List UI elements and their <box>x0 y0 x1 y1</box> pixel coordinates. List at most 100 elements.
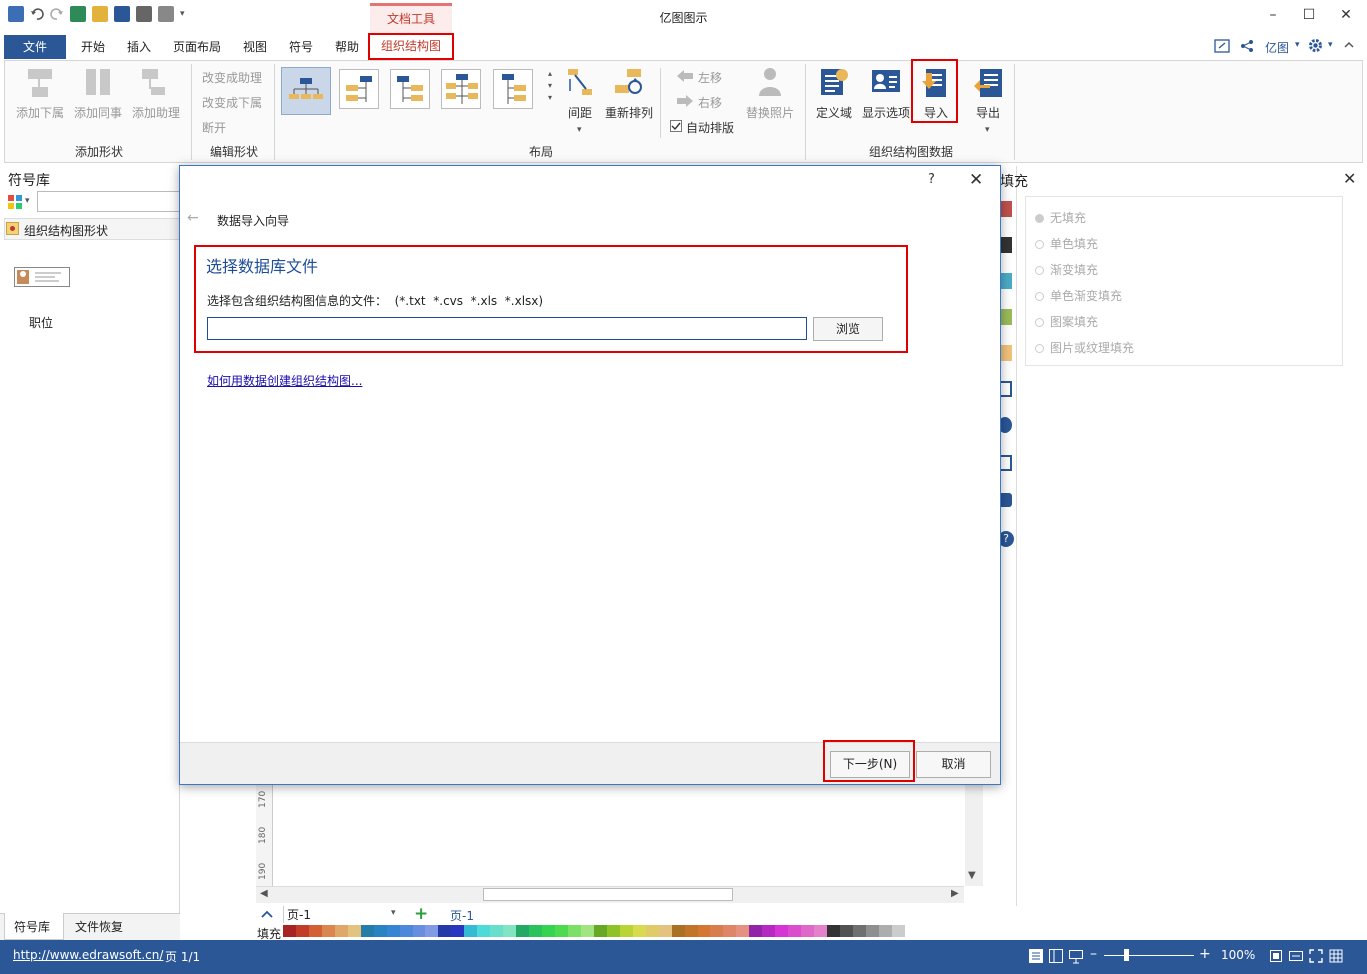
fill-option-pattern[interactable]: 图案填充 <box>1035 313 1098 330</box>
expand-pages-icon[interactable] <box>261 909 273 919</box>
add-subordinate-icon[interactable] <box>26 67 54 99</box>
zoom-slider-track[interactable] <box>1104 955 1194 956</box>
color-swatch[interactable] <box>360 925 374 937</box>
color-swatch[interactable] <box>438 925 452 937</box>
tab-home[interactable]: 开始 <box>81 35 105 59</box>
how-to-create-link[interactable]: 如何用数据创建组织结构图... <box>207 372 362 389</box>
color-swatch[interactable] <box>321 925 335 937</box>
zoom-out-button[interactable]: – <box>1090 946 1097 962</box>
display-options-icon[interactable] <box>871 67 901 97</box>
horizontal-scroll-thumb[interactable] <box>483 888 733 901</box>
display-options-button[interactable]: 显示选项 <box>862 104 910 121</box>
rearrange-button[interactable]: 重新排列 <box>605 104 653 121</box>
color-swatch[interactable] <box>580 925 594 937</box>
library-grid-icon[interactable] <box>8 195 22 209</box>
browse-button[interactable]: 浏览 <box>813 317 883 341</box>
color-swatch[interactable] <box>503 925 517 937</box>
color-swatch[interactable] <box>801 925 815 937</box>
new-file-icon[interactable] <box>70 6 86 22</box>
color-swatch[interactable] <box>762 925 776 937</box>
back-arrow-icon[interactable]: ← <box>187 210 199 226</box>
layout-style-2-button[interactable] <box>339 69 379 109</box>
layout-style-4-button[interactable] <box>441 69 481 109</box>
export-doc-icon[interactable] <box>158 6 174 22</box>
view-present-icon[interactable] <box>1068 948 1084 964</box>
color-swatch[interactable] <box>308 925 322 937</box>
add-colleague-button[interactable]: 添加同事 <box>74 104 122 121</box>
add-colleague-icon[interactable] <box>84 67 112 99</box>
fill-option-solid[interactable]: 单色填充 <box>1035 235 1098 252</box>
share-window-icon[interactable] <box>1214 39 1230 53</box>
color-swatch[interactable] <box>516 925 530 937</box>
add-page-icon[interactable]: + <box>414 904 428 924</box>
color-swatch[interactable] <box>425 925 439 937</box>
import-icon[interactable] <box>920 67 950 99</box>
color-swatch[interactable] <box>606 925 620 937</box>
maximize-button[interactable]: ☐ <box>1293 3 1325 27</box>
move-left-button[interactable]: 左移 <box>698 69 722 86</box>
color-swatch[interactable] <box>477 925 491 937</box>
fill-panel-close-button[interactable]: ✕ <box>1343 169 1356 188</box>
customize-dropdown-icon[interactable]: ▾ <box>180 9 185 19</box>
export-dropdown-icon[interactable]: ▾ <box>985 125 990 135</box>
color-swatch[interactable] <box>555 925 568 937</box>
color-swatch[interactable] <box>295 925 309 937</box>
tab-symbol-library[interactable]: 符号库 <box>14 918 50 935</box>
color-swatch[interactable] <box>827 925 840 937</box>
open-file-icon[interactable] <box>92 6 108 22</box>
color-swatch[interactable] <box>658 925 672 937</box>
zoom-in-button[interactable]: + <box>1199 946 1211 962</box>
color-swatch[interactable] <box>684 925 698 937</box>
account-menu[interactable]: 亿图 <box>1265 39 1289 56</box>
layout-style-5-button[interactable] <box>493 69 533 109</box>
full-screen-icon[interactable] <box>1308 948 1324 964</box>
auto-layout-label[interactable]: 自动排版 <box>686 119 734 136</box>
zoom-percentage[interactable]: 100% <box>1221 948 1255 962</box>
spacing-button[interactable]: 间距 <box>568 104 592 121</box>
scroll-right-icon[interactable]: ▶ <box>951 888 959 899</box>
define-field-button[interactable]: 定义域 <box>816 104 852 121</box>
color-swatch[interactable] <box>697 925 711 937</box>
export-button[interactable]: 导出 <box>976 104 1000 121</box>
color-swatch[interactable] <box>619 925 633 937</box>
color-swatch[interactable] <box>529 925 543 937</box>
color-swatch[interactable] <box>645 925 659 937</box>
color-swatch[interactable] <box>736 925 750 937</box>
color-swatch[interactable] <box>878 925 892 937</box>
print-icon[interactable] <box>136 6 152 22</box>
position-shape-thumbnail[interactable] <box>14 267 70 287</box>
auto-layout-checkbox[interactable] <box>670 120 682 132</box>
color-swatch[interactable] <box>710 925 724 937</box>
color-swatch[interactable] <box>593 925 607 937</box>
color-swatch[interactable] <box>412 925 426 937</box>
window-close-button[interactable]: ✕ <box>1330 3 1362 27</box>
fill-option-single-gradient[interactable]: 单色渐变填充 <box>1035 287 1122 304</box>
layout-style-3-button[interactable] <box>390 69 430 109</box>
import-button[interactable]: 导入 <box>924 104 948 121</box>
tab-file-recovery[interactable]: 文件恢复 <box>75 918 123 935</box>
color-swatch[interactable] <box>373 925 387 937</box>
tab-file[interactable]: 文件 <box>4 35 66 59</box>
tab-view[interactable]: 视图 <box>243 35 267 59</box>
minimize-button[interactable]: – <box>1257 3 1289 27</box>
fit-width-icon[interactable] <box>1288 948 1304 964</box>
layout-gallery-scroll[interactable]: ▴ ▾ ▾ <box>548 68 552 104</box>
color-swatch[interactable] <box>451 925 465 937</box>
color-swatch[interactable] <box>788 925 802 937</box>
library-search-input[interactable] <box>37 191 180 212</box>
replace-photo-icon[interactable] <box>757 66 783 98</box>
file-path-input[interactable] <box>207 317 807 340</box>
replace-photo-button[interactable]: 替换照片 <box>746 104 794 121</box>
color-swatch[interactable] <box>839 925 853 937</box>
add-assistant-button[interactable]: 添加助理 <box>132 104 180 121</box>
page-tab[interactable]: 页-1 <box>450 907 474 924</box>
spacing-icon[interactable] <box>566 67 596 97</box>
page-select[interactable]: 页-1 <box>283 906 403 923</box>
zoom-slider-thumb[interactable] <box>1124 949 1129 961</box>
dialog-help-button[interactable]: ? <box>928 172 935 187</box>
spacing-dropdown-icon[interactable]: ▾ <box>577 125 582 135</box>
scroll-down-icon[interactable]: ▼ <box>968 870 976 881</box>
color-swatch[interactable] <box>814 925 828 937</box>
fit-page-icon[interactable] <box>1268 948 1284 964</box>
collapse-ribbon-icon[interactable] <box>1342 38 1356 52</box>
